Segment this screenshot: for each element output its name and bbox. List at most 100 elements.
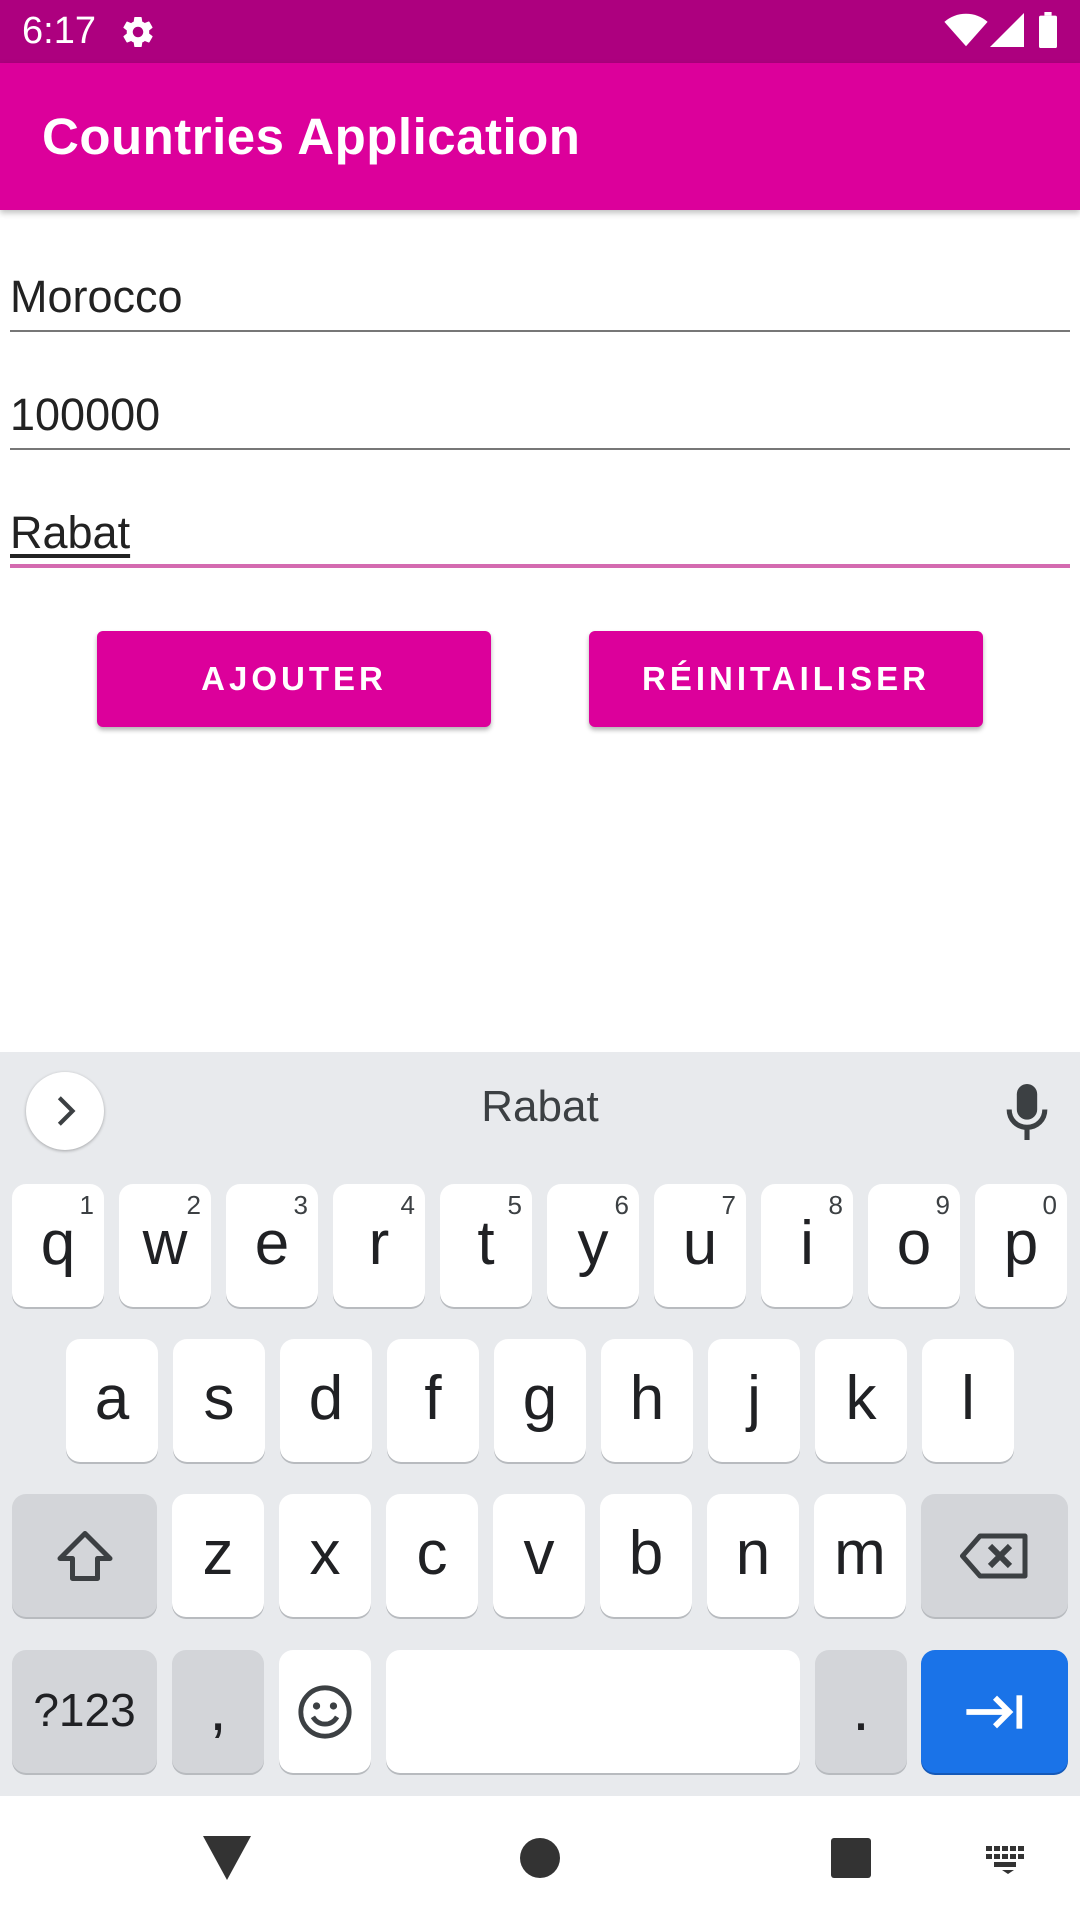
key-hint: 5 (507, 1190, 522, 1220)
country-field[interactable] (10, 242, 1070, 332)
shift-key[interactable] (12, 1494, 157, 1617)
key-label: y (577, 1209, 609, 1278)
key-w[interactable]: w2 (119, 1184, 211, 1307)
key-label: w (142, 1209, 188, 1278)
battery-icon (1039, 12, 1057, 48)
key-label: r (368, 1209, 390, 1278)
space-key[interactable] (386, 1650, 800, 1773)
key-hint: 9 (935, 1190, 950, 1220)
key-l[interactable]: l (922, 1339, 1014, 1462)
mic-icon[interactable] (1004, 1084, 1050, 1140)
key-j[interactable]: j (708, 1339, 800, 1462)
home-icon[interactable] (520, 1838, 560, 1878)
add-button[interactable]: AJOUTER (97, 631, 491, 727)
shift-icon (57, 1530, 112, 1581)
key-q[interactable]: q1 (12, 1184, 104, 1307)
backspace-key[interactable] (921, 1494, 1068, 1617)
suggestion-word[interactable]: Rabat (340, 1082, 740, 1132)
key-label: p (1003, 1209, 1039, 1278)
chevron-right-icon (57, 1096, 76, 1126)
key-hint: 3 (293, 1190, 308, 1220)
signal-icon (990, 13, 1024, 47)
next-key[interactable] (921, 1650, 1068, 1773)
emoji-key[interactable] (279, 1650, 371, 1773)
key-label: t (477, 1209, 495, 1278)
app-title: Countries Application (42, 108, 581, 165)
key-hint: 6 (614, 1190, 629, 1220)
key-o[interactable]: o9 (868, 1184, 960, 1307)
comma-key[interactable]: , (172, 1650, 264, 1773)
wifi-icon (944, 13, 988, 47)
symbols-key-label: ?123 (33, 1683, 136, 1736)
key-t[interactable]: t5 (440, 1184, 532, 1307)
key-label: f (424, 1364, 442, 1433)
key-label: n (735, 1519, 771, 1588)
key-label: c (416, 1519, 448, 1588)
keyboard-switch-icon[interactable] (986, 1846, 1030, 1874)
key-g[interactable]: g (494, 1339, 586, 1462)
key-m[interactable]: m (814, 1494, 906, 1617)
population-input[interactable] (10, 360, 1070, 450)
key-label: a (94, 1364, 130, 1433)
key-label: z (202, 1519, 234, 1588)
app-bar: Countries Application (0, 63, 1080, 210)
key-c[interactable]: c (386, 1494, 478, 1617)
period-key-label: . (852, 1675, 870, 1744)
key-label: k (845, 1364, 877, 1433)
recents-icon[interactable] (831, 1838, 871, 1878)
capital-input[interactable] (10, 478, 1070, 568)
reset-button[interactable]: RÉINITAILISER (589, 631, 983, 727)
key-n[interactable]: n (707, 1494, 799, 1617)
key-label: q (40, 1209, 76, 1278)
back-icon[interactable] (203, 1836, 251, 1880)
key-a[interactable]: a (66, 1339, 158, 1462)
country-input[interactable] (10, 242, 1070, 332)
key-y[interactable]: y6 (547, 1184, 639, 1307)
navigation-bar (0, 1796, 1080, 1920)
emoji-icon (298, 1684, 352, 1739)
capital-field[interactable] (10, 478, 1070, 568)
key-hint: 8 (828, 1190, 843, 1220)
key-label: e (254, 1209, 290, 1278)
symbols-key[interactable]: ?123 (12, 1650, 157, 1773)
key-p[interactable]: p0 (975, 1184, 1067, 1307)
key-x[interactable]: x (279, 1494, 371, 1617)
key-z[interactable]: z (172, 1494, 264, 1617)
key-label: g (522, 1364, 558, 1433)
key-hint: 7 (721, 1190, 736, 1220)
key-h[interactable]: h (601, 1339, 693, 1462)
key-label: b (628, 1519, 664, 1588)
key-u[interactable]: u7 (654, 1184, 746, 1307)
key-v[interactable]: v (493, 1494, 585, 1617)
backspace-icon (959, 1533, 1027, 1578)
tab-enter-icon (965, 1694, 1022, 1729)
status-bar: 6:17 (0, 0, 1080, 63)
comma-key-label: , (209, 1675, 227, 1744)
suggestion-expand-button[interactable] (26, 1072, 104, 1150)
key-s[interactable]: s (173, 1339, 265, 1462)
gear-icon (123, 17, 153, 48)
key-label: j (747, 1364, 761, 1433)
population-field[interactable] (10, 360, 1070, 450)
key-label: x (309, 1519, 341, 1588)
key-label: m (834, 1519, 886, 1588)
key-d[interactable]: d (280, 1339, 372, 1462)
key-r[interactable]: r4 (333, 1184, 425, 1307)
key-label: o (896, 1209, 932, 1278)
key-hint: 2 (186, 1190, 201, 1220)
key-k[interactable]: k (815, 1339, 907, 1462)
period-key[interactable]: . (815, 1650, 907, 1773)
key-i[interactable]: i8 (761, 1184, 853, 1307)
key-hint: 1 (79, 1190, 94, 1220)
country-field-underline (10, 330, 1070, 332)
key-e[interactable]: e3 (226, 1184, 318, 1307)
screen: 6:17 Countries Application AJOUTER RÉINI… (0, 0, 1080, 1920)
soft-keyboard: Rabat q1w2e3r4t5y6u7i8o9p0 asdfghjkl zx (0, 1052, 1080, 1796)
key-label: i (800, 1209, 814, 1278)
key-f[interactable]: f (387, 1339, 479, 1462)
key-label: u (682, 1209, 718, 1278)
key-hint: 0 (1042, 1190, 1057, 1220)
key-label: h (629, 1364, 665, 1433)
key-b[interactable]: b (600, 1494, 692, 1617)
key-hint: 4 (400, 1190, 415, 1220)
